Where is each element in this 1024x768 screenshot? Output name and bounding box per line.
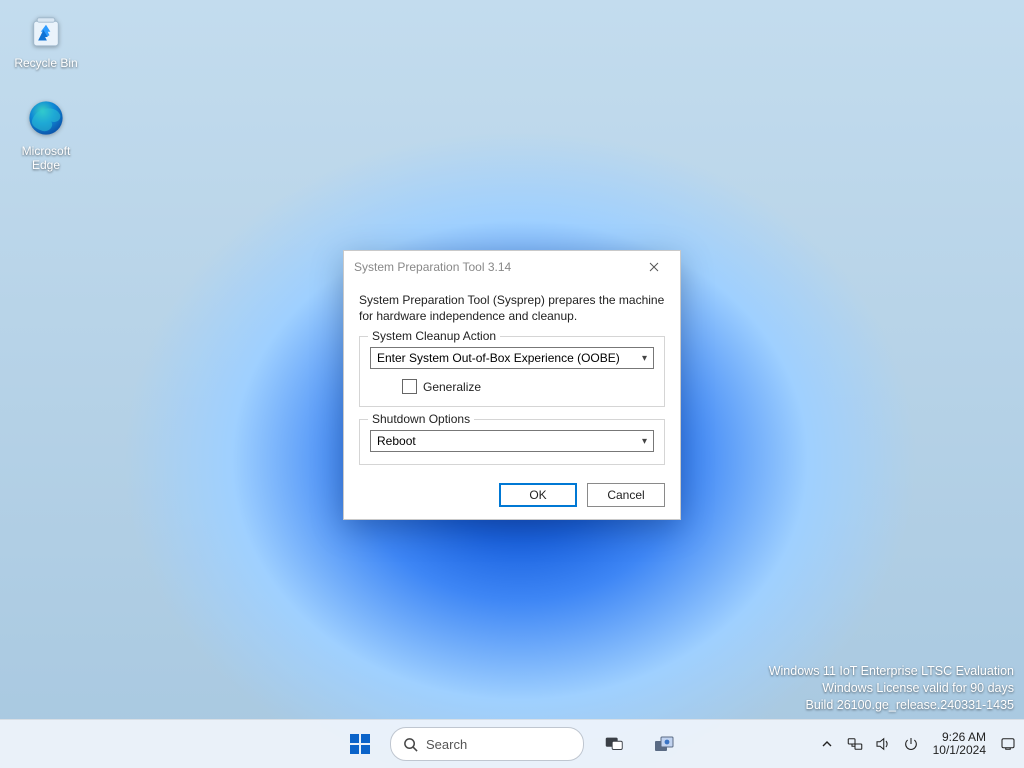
dialog-title: System Preparation Tool 3.14	[354, 260, 511, 274]
taskbar-search[interactable]: Search	[390, 727, 584, 761]
cleanup-action-select[interactable]: Enter System Out-of-Box Experience (OOBE…	[370, 347, 654, 369]
task-view-button[interactable]	[594, 724, 634, 764]
chevron-up-icon	[821, 738, 833, 750]
start-button[interactable]	[340, 724, 380, 764]
clock-date: 10/1/2024	[933, 744, 986, 757]
shutdown-options-group: Shutdown Options Reboot ▾	[359, 419, 665, 465]
desktop-icon-recycle-bin[interactable]: Recycle Bin	[8, 8, 84, 70]
search-placeholder: Search	[426, 737, 467, 752]
chevron-down-icon: ▾	[642, 353, 647, 364]
cleanup-action-legend: System Cleanup Action	[368, 329, 500, 343]
taskbar-app-sysprep[interactable]	[644, 724, 684, 764]
volume-icon[interactable]	[871, 724, 895, 764]
notifications-button[interactable]	[996, 724, 1020, 764]
generalize-label: Generalize	[423, 380, 481, 394]
activation-watermark: Windows 11 IoT Enterprise LTSC Evaluatio…	[769, 663, 1014, 714]
tray-overflow-button[interactable]	[815, 724, 839, 764]
desktop-icon-edge[interactable]: Microsoft Edge	[8, 96, 84, 172]
desktop-icon-label: Recycle Bin	[8, 56, 84, 70]
chevron-down-icon: ▾	[642, 436, 647, 447]
cleanup-action-group: System Cleanup Action Enter System Out-o…	[359, 336, 665, 407]
shutdown-options-select[interactable]: Reboot ▾	[370, 430, 654, 452]
taskbar-clock[interactable]: 9:26 AM 10/1/2024	[927, 731, 992, 757]
network-icon[interactable]	[843, 724, 867, 764]
recycle-bin-icon	[24, 8, 68, 52]
shutdown-options-value: Reboot	[377, 434, 416, 448]
sysprep-app-icon	[652, 732, 676, 756]
bell-icon	[999, 735, 1017, 753]
generalize-checkbox[interactable]	[402, 379, 417, 394]
cancel-button[interactable]: Cancel	[587, 483, 665, 507]
cleanup-action-value: Enter System Out-of-Box Experience (OOBE…	[377, 351, 620, 365]
power-icon[interactable]	[899, 724, 923, 764]
dialog-description: System Preparation Tool (Sysprep) prepar…	[359, 292, 665, 324]
sysprep-dialog: System Preparation Tool 3.14 System Prep…	[343, 250, 681, 520]
ok-button[interactable]: OK	[499, 483, 577, 507]
shutdown-options-legend: Shutdown Options	[368, 412, 474, 426]
edge-icon	[24, 96, 68, 140]
close-icon	[649, 262, 659, 272]
task-view-icon	[603, 733, 625, 755]
close-button[interactable]	[632, 254, 676, 280]
taskbar: Search	[0, 719, 1024, 768]
windows-logo-icon	[348, 732, 372, 756]
dialog-titlebar[interactable]: System Preparation Tool 3.14	[344, 251, 680, 282]
desktop-icon-label: Microsoft Edge	[8, 144, 84, 172]
search-icon	[403, 737, 418, 752]
